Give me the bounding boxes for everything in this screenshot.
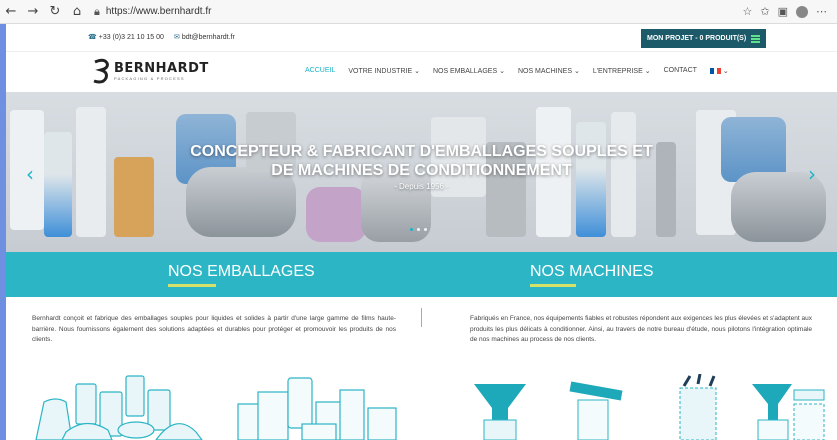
machines-description: Fabriqués en France, nos équipements fia…: [470, 315, 812, 343]
slider-next-arrow-icon[interactable]: ›: [808, 162, 816, 186]
top-contact-bar: ☎ +33 (0)3 21 10 15 00 ✉ bdt@bernhardt.fr …: [6, 24, 837, 52]
section-title-band: NOS EMBALLAGES NOS MACHINES: [6, 252, 837, 297]
logo-name: BERNHARDT: [114, 61, 209, 76]
machines-underline: [530, 284, 576, 287]
slider-dots: [410, 228, 427, 231]
profile-avatar[interactable]: [796, 5, 808, 18]
menu-item-entreprise[interactable]: L'ENTREPRISE ⌄: [593, 67, 651, 75]
reload-icon[interactable]: ↻: [44, 1, 66, 23]
logo[interactable]: BERNHARDT PACKAGING & PROCESS: [92, 58, 209, 84]
list-icon: [751, 34, 761, 43]
logo-mark-icon: [92, 58, 110, 84]
mail-icon: ✉: [173, 34, 180, 41]
slider-prev-arrow-icon[interactable]: ‹: [26, 162, 34, 186]
phone-icon: ☎: [88, 34, 97, 41]
containers-illustration: [237, 377, 397, 440]
hero-title: CONCEPTEUR & FABRICANT D'EMBALLAGES SOUP…: [6, 142, 837, 180]
logo-tagline: PACKAGING & PROCESS: [114, 76, 185, 81]
french-flag-icon: [709, 68, 721, 75]
address-bar[interactable]: 🔒︎ https://www.bernhardt.fr: [94, 2, 743, 22]
main-navbar: BERNHARDT PACKAGING & PROCESS ACCUEIL VO…: [6, 52, 837, 91]
phone-link[interactable]: ☎ +33 (0)3 21 10 15 00: [88, 33, 164, 41]
url-text: https://www.bernhardt.fr: [105, 6, 212, 17]
menu-item-nos-machines[interactable]: NOS MACHINES ⌄: [518, 67, 580, 75]
pouches-illustration: [35, 375, 203, 440]
machines-title[interactable]: NOS MACHINES: [530, 263, 654, 281]
hero-title-line-2: DE MACHINES DE CONDITIONNEMENT: [271, 162, 572, 179]
funnel-machine-illustration: [474, 384, 526, 440]
sealing-machine-illustration: [569, 381, 623, 440]
phone-text: +33 (0)3 21 10 15 00: [98, 34, 164, 41]
project-button-label: MON PROJET - 0 PRODUIT(S): [647, 35, 747, 42]
star-icon[interactable]: ☆: [743, 5, 753, 18]
menu-item-votre-industrie[interactable]: VOTRE INDUSTRIE ⌄: [348, 67, 420, 75]
web-page: ☎ +33 (0)3 21 10 15 00 ✉ bdt@bernhardt.fr …: [6, 24, 837, 440]
dosing-machine-illustration: [752, 384, 825, 440]
slider-dot[interactable]: [410, 228, 413, 231]
hero-subtitle: - Depuis 1956 -: [394, 182, 449, 191]
emballages-description: Bernhardt conçoit et fabrique des emball…: [32, 315, 396, 343]
slider-dot[interactable]: [417, 228, 420, 231]
hero-title-line-1: CONCEPTEUR & FABRICANT D'EMBALLAGES SOUP…: [190, 143, 653, 160]
menu-item-accueil[interactable]: ACCUEIL: [305, 67, 335, 75]
hero-slider: CONCEPTEUR & FABRICANT D'EMBALLAGES SOUP…: [6, 92, 837, 252]
main-menu: ACCUEIL VOTRE INDUSTRIE ⌄ NOS EMBALLAGES…: [305, 67, 729, 75]
back-icon[interactable]: ←: [0, 1, 22, 23]
language-selector[interactable]: ⌄: [709, 67, 729, 75]
email-link[interactable]: ✉ bdt@bernhardt.fr: [174, 33, 235, 41]
lock-icon: 🔒︎: [94, 4, 100, 18]
emballages-underline: [168, 284, 216, 287]
menu-item-contact[interactable]: CONTACT: [664, 67, 697, 75]
favorites-icon[interactable]: ✩: [760, 5, 769, 18]
menu-item-nos-emballages[interactable]: NOS EMBALLAGES ⌄: [433, 67, 505, 75]
column-divider: [421, 308, 422, 327]
emballages-title[interactable]: NOS EMBALLAGES: [168, 263, 315, 281]
my-project-button[interactable]: MON PROJET - 0 PRODUIT(S): [641, 29, 767, 48]
bag-filling-illustration: [679, 374, 717, 440]
collections-icon[interactable]: ▣: [778, 5, 788, 18]
slider-dot[interactable]: [424, 228, 427, 231]
browser-toolbar: ← → ↻ ⌂ 🔒︎ https://www.bernhardt.fr ☆ ✩ …: [0, 0, 837, 24]
email-text: bdt@bernhardt.fr: [181, 34, 235, 41]
forward-icon[interactable]: →: [22, 1, 44, 23]
more-icon[interactable]: ⋯: [816, 5, 827, 18]
home-icon[interactable]: ⌂: [66, 1, 88, 23]
